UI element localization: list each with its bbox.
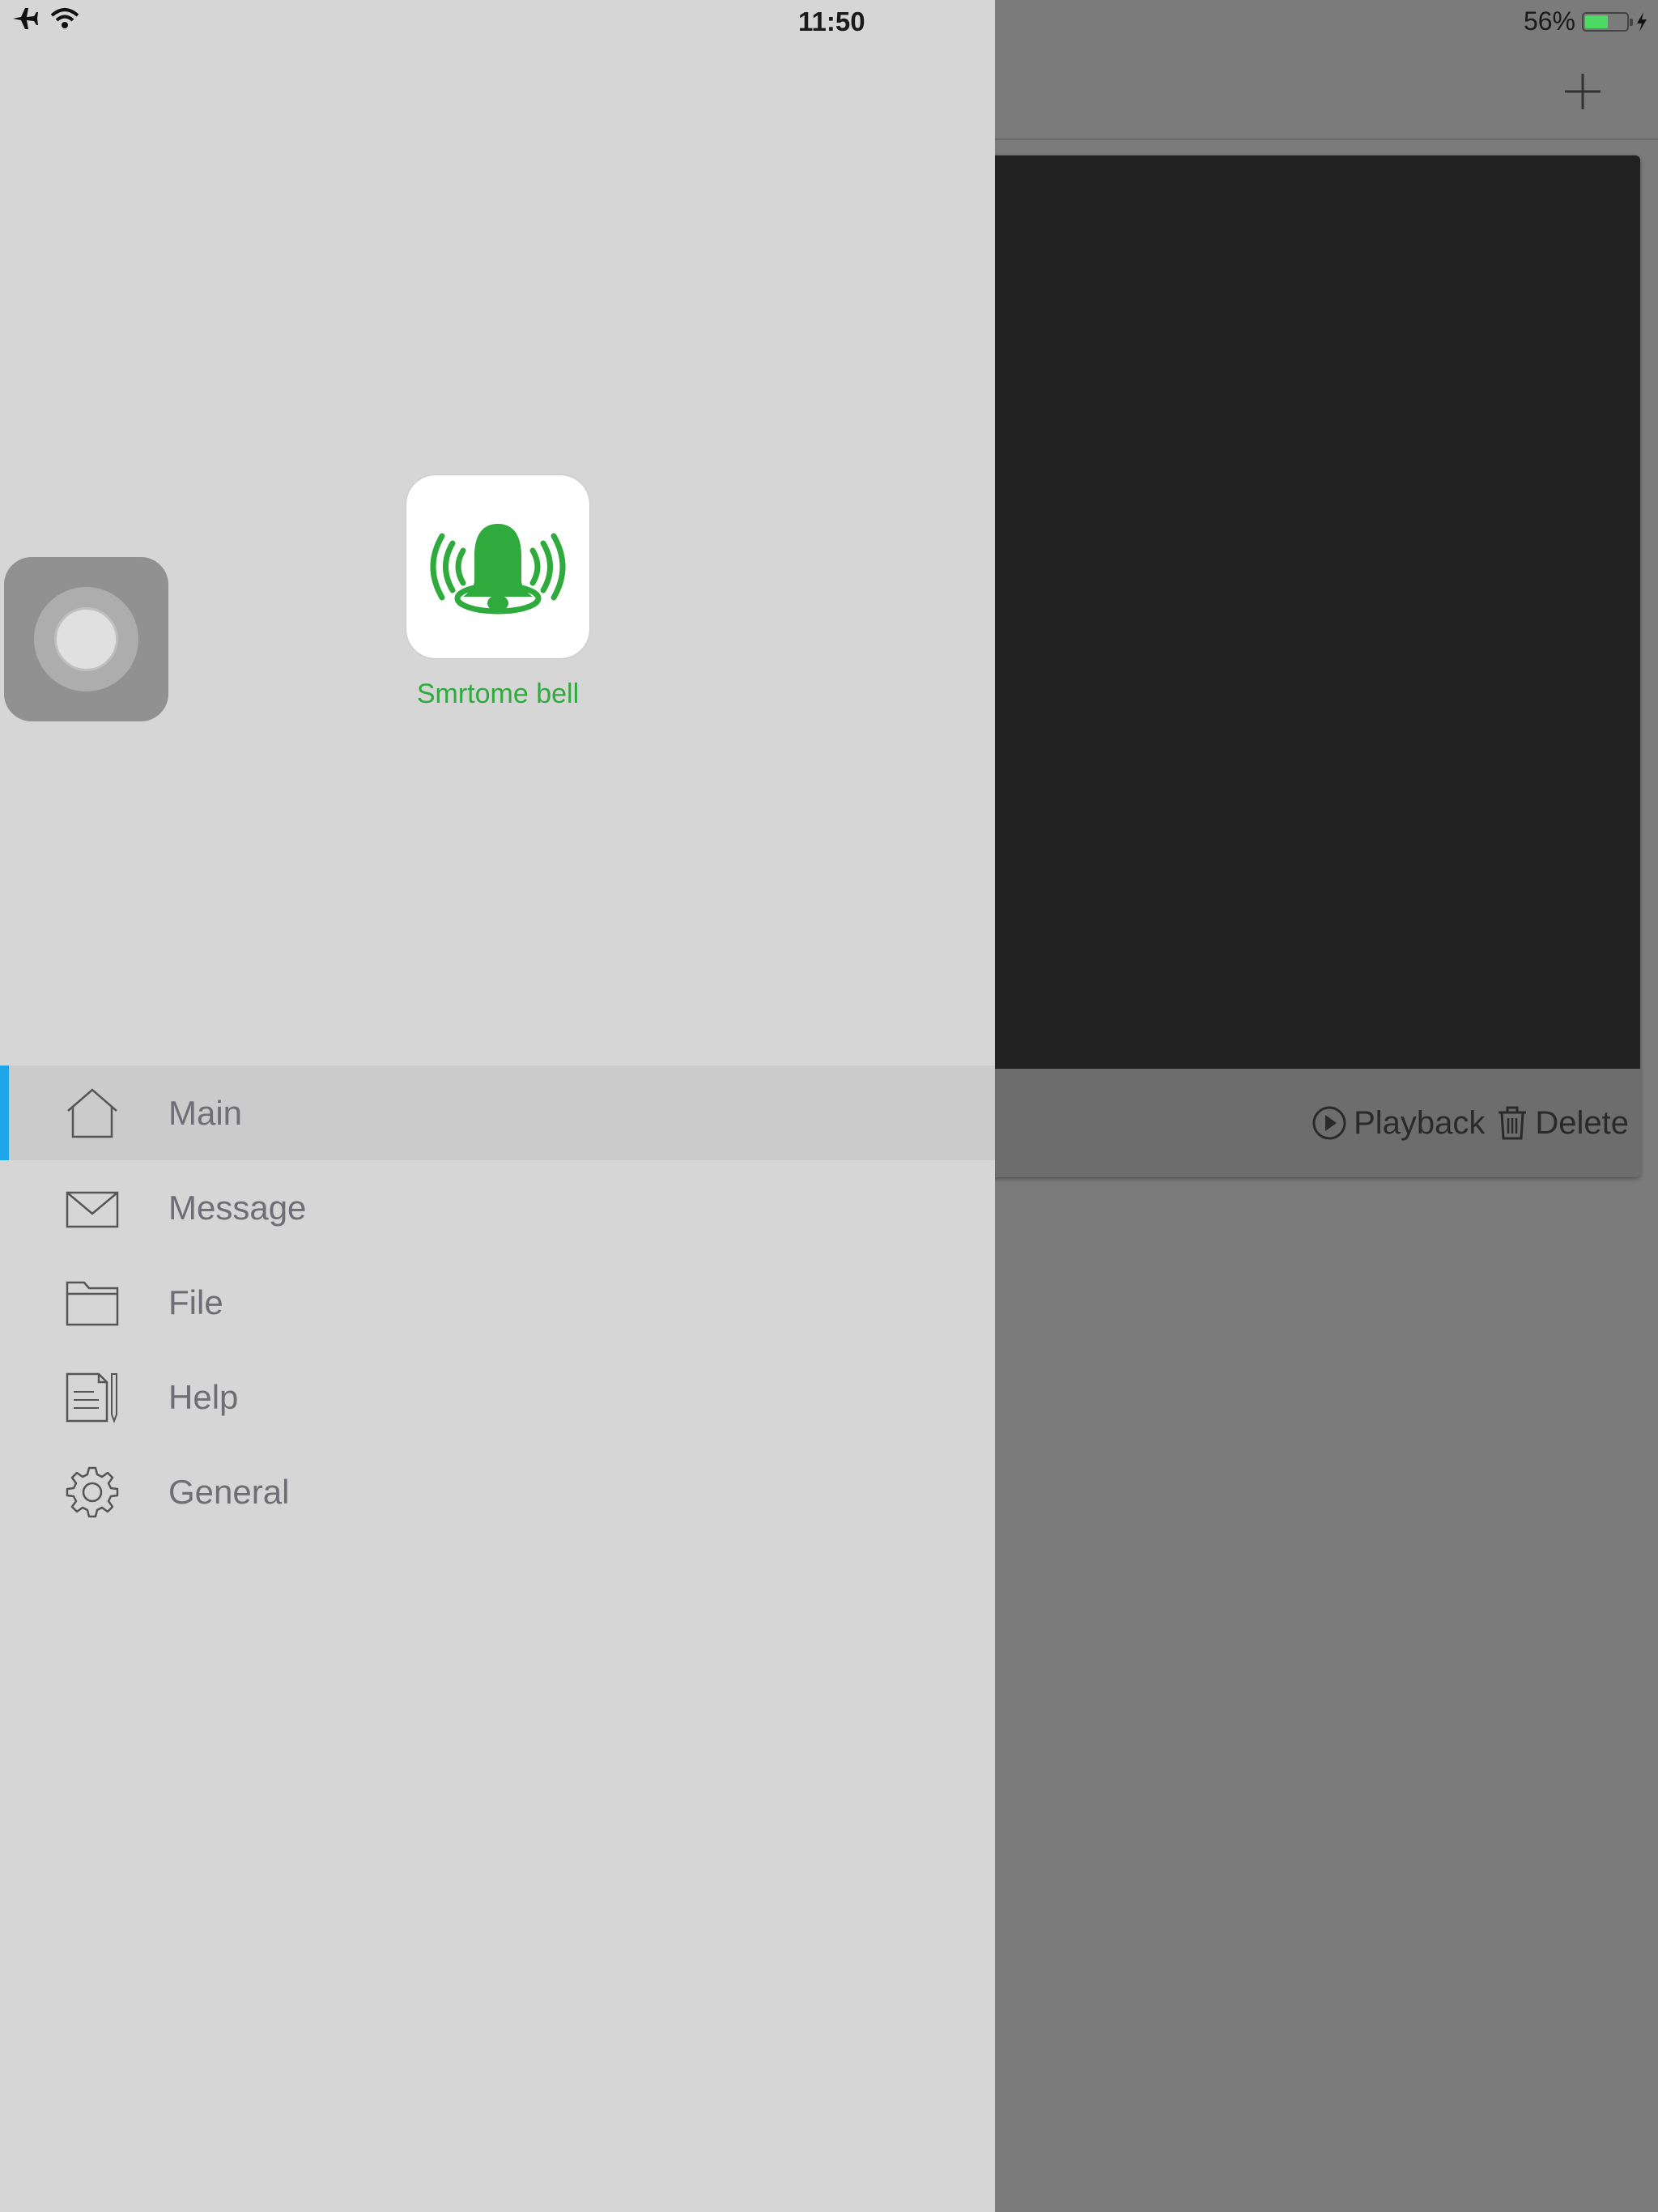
play-circle-icon	[1312, 1106, 1346, 1140]
active-indicator	[0, 1066, 9, 1160]
add-device-button[interactable]	[1562, 71, 1603, 112]
app-name: Smrtome bell	[416, 678, 580, 709]
gear-icon	[66, 1466, 119, 1518]
menu-label: Help	[168, 1377, 239, 1416]
playback-label: Playback	[1354, 1104, 1486, 1141]
assistive-touch-dot	[54, 607, 118, 671]
menu-label: Main	[168, 1093, 243, 1132]
home-icon	[67, 1088, 117, 1138]
menu-label: General	[168, 1472, 290, 1511]
side-drawer: Smrtome bell Main Message File Help Gene…	[0, 0, 995, 2212]
envelope-icon	[66, 1191, 119, 1228]
plus-icon	[1565, 74, 1601, 109]
trash-icon	[1499, 1106, 1527, 1140]
app-logo	[406, 475, 589, 658]
bell-icon	[430, 524, 566, 615]
airplane-icon	[13, 8, 38, 29]
device-card: Playback Delete	[947, 155, 1640, 1177]
status-right: 56%	[1524, 6, 1648, 36]
drawer-menu: Main Message File Help General	[0, 1066, 995, 1539]
battery-fill	[1585, 15, 1608, 28]
folder-icon	[66, 1281, 119, 1326]
menu-item-help[interactable]: Help	[0, 1350, 995, 1444]
menu-item-general[interactable]: General	[0, 1444, 995, 1539]
battery-icon	[1582, 11, 1633, 32]
card-actions: Playback Delete	[947, 1069, 1640, 1177]
status-left	[11, 6, 79, 31]
delete-label: Delete	[1535, 1104, 1629, 1141]
menu-label: File	[168, 1283, 223, 1321]
menu-item-file[interactable]: File	[0, 1255, 995, 1350]
delete-button[interactable]: Delete	[1496, 1105, 1629, 1142]
video-preview[interactable]	[947, 155, 1640, 1069]
playback-button[interactable]: Playback	[1312, 1105, 1485, 1142]
menu-label: Message	[168, 1188, 307, 1227]
wifi-icon	[50, 8, 79, 28]
document-pencil-icon	[66, 1372, 117, 1423]
assistive-touch-button[interactable]	[4, 557, 168, 721]
screen: Playback Delete Smrtome bell Main Messag…	[0, 0, 1658, 2212]
assistive-touch-ring	[34, 587, 138, 691]
battery-percent: 56%	[1523, 6, 1575, 36]
battery-tip	[1630, 18, 1633, 26]
bolt-icon	[1637, 11, 1647, 32]
menu-item-main[interactable]: Main	[0, 1066, 995, 1160]
menu-item-message[interactable]: Message	[0, 1160, 995, 1255]
status-bar: 11:50 56%	[0, 0, 1658, 45]
status-time: 11:50	[798, 6, 865, 36]
